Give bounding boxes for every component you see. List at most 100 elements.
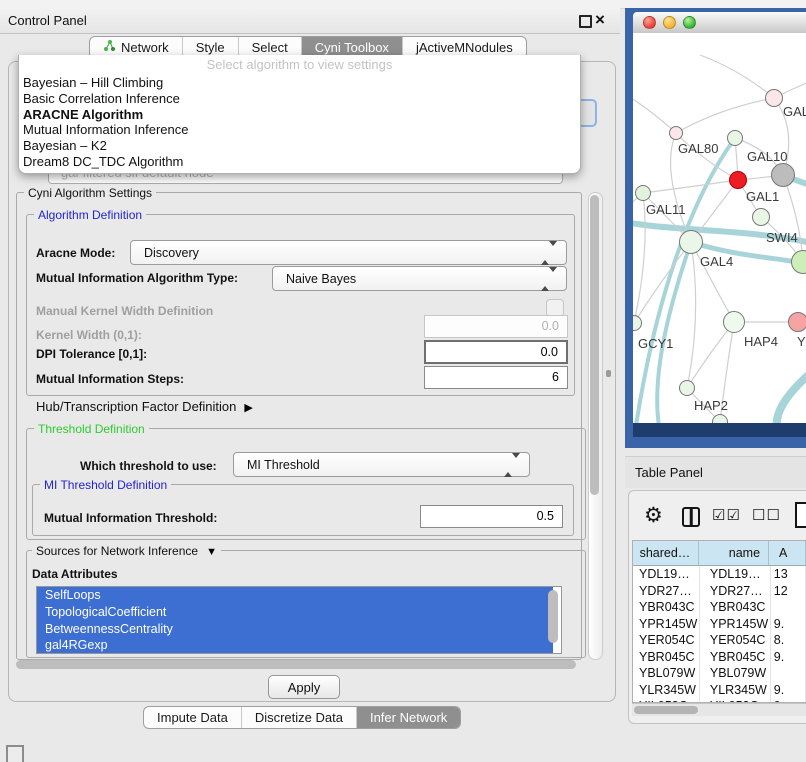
- column-header-name[interactable]: name: [699, 541, 769, 565]
- mi-steps-value: 6: [552, 370, 559, 384]
- network-node-hap4[interactable]: [723, 311, 745, 333]
- list-item-selected[interactable]: SelfLoops: [37, 587, 553, 604]
- table-header-row: shared… name A: [633, 541, 806, 566]
- apply-button[interactable]: Apply: [268, 675, 340, 699]
- dock-panel-icon[interactable]: [6, 745, 24, 762]
- algorithm-definition-title: Algorithm Definition: [34, 208, 146, 222]
- network-window-titlebar[interactable]: [633, 12, 806, 34]
- column-header-shared-name[interactable]: shared…: [633, 541, 699, 565]
- chevron-right-icon: ▶: [244, 402, 252, 414]
- checked-checkboxes-icon[interactable]: ☑☑: [712, 506, 741, 524]
- list-scrollbar-thumb[interactable]: [548, 590, 558, 643]
- column-header-partial[interactable]: A: [769, 541, 806, 565]
- mi-threshold-field[interactable]: 0.5: [420, 505, 563, 528]
- kernel-width-value: 0.0: [542, 319, 559, 333]
- mi-steps-field[interactable]: 6: [424, 366, 568, 389]
- table-hscrollbar-track[interactable]: [632, 703, 806, 716]
- node-table: shared… name A YDL19…YDL19…13 YDR27…YDR2…: [632, 540, 806, 703]
- tab-network-label: Network: [121, 40, 169, 55]
- stepper-icon: [504, 458, 520, 472]
- list-item-selected[interactable]: TopologicalCoefficient: [37, 604, 553, 621]
- control-panel-title: Control Panel: [0, 13, 87, 28]
- tab-cyni-toolbox-label: Cyni Toolbox: [315, 40, 389, 55]
- columns-icon[interactable]: [682, 507, 700, 527]
- algorithm-option[interactable]: Bayesian – Hill Climbing: [19, 75, 580, 91]
- mi-threshold-label: Mutual Information Threshold:: [44, 511, 217, 525]
- tab-select-label: Select: [252, 40, 288, 55]
- kernel-width-field[interactable]: 0.0: [424, 315, 568, 338]
- list-item-selected[interactable]: BetweennessCentrality: [37, 621, 553, 638]
- which-threshold-value: MI Threshold: [247, 458, 320, 472]
- node-label-gal10: GAL10: [747, 149, 787, 164]
- tab-discretize-data[interactable]: Discretize Data: [241, 707, 356, 728]
- table-row[interactable]: YBR043CYBR043C: [633, 599, 806, 616]
- chevron-down-icon: ▼: [206, 546, 217, 558]
- node-label-gal80: GAL80: [678, 141, 718, 156]
- network-node-salmon[interactable]: [788, 312, 806, 332]
- float-window-icon[interactable]: [579, 15, 592, 28]
- list-item-selected[interactable]: gal4RGexp: [37, 637, 553, 654]
- dpi-tolerance-field[interactable]: 0.0: [424, 340, 568, 364]
- splitpane-handle[interactable]: [606, 370, 611, 377]
- which-threshold-combobox[interactable]: MI Threshold: [233, 452, 530, 477]
- table-row[interactable]: YBR045CYBR045C9.: [633, 649, 806, 666]
- tab-impute-data[interactable]: Impute Data: [144, 707, 241, 728]
- network-node[interactable]: [712, 414, 728, 423]
- apply-button-label: Apply: [288, 680, 321, 695]
- dpi-tolerance-value: 0.0: [541, 345, 558, 359]
- tab-jactivemnodules-label: jActiveMNodules: [416, 40, 513, 55]
- algorithm-option[interactable]: Bayesian – K2: [19, 138, 580, 154]
- algorithm-option[interactable]: Basic Correlation Inference: [19, 91, 580, 107]
- network-view[interactable]: GAL GAL80 GAL10 GAL1 GAL11 SWI4 GAL4 GCY…: [633, 33, 806, 423]
- data-attributes-label: Data Attributes: [32, 567, 118, 581]
- tab-impute-data-label: Impute Data: [157, 710, 228, 725]
- algorithm-option[interactable]: Dream8 DC_TDC Algorithm: [19, 154, 580, 170]
- algorithm-option[interactable]: Mutual Information Inference: [19, 122, 580, 138]
- network-node-hap2[interactable]: [679, 380, 695, 396]
- unchecked-checkboxes-icon[interactable]: ☐☐: [752, 506, 781, 524]
- table-row[interactable]: YPR145WYPR145W9.: [633, 616, 806, 633]
- network-node-gal4[interactable]: [679, 230, 703, 254]
- aracne-mode-value: Discovery: [144, 246, 199, 260]
- sources-expander[interactable]: Sources for Network Inference▼: [32, 544, 221, 558]
- tab-infer-network[interactable]: Infer Network: [356, 707, 460, 728]
- hub-expander-label: Hub/Transcription Factor Definition: [36, 399, 236, 414]
- screen: Control Panel × Network Style Select Cyn…: [0, 0, 806, 762]
- node-label-gal11: GAL11: [646, 202, 686, 217]
- table-panel-titlebar: Table Panel: [625, 456, 806, 488]
- stepper-icon: [541, 246, 557, 260]
- panel-hscrollbar-thumb[interactable]: [16, 660, 576, 669]
- network-node-gray[interactable]: [771, 163, 795, 187]
- hub-expander[interactable]: Hub/Transcription Factor Definition ▶: [36, 399, 253, 414]
- close-traffic-light-icon[interactable]: [643, 16, 656, 29]
- node-label: GAL: [783, 104, 806, 119]
- network-node-gal80[interactable]: [669, 126, 683, 140]
- network-node-swi4[interactable]: [752, 208, 770, 226]
- network-node[interactable]: [765, 89, 783, 107]
- node-label-hap2: HAP2: [694, 398, 728, 413]
- node-label-swi4: SWI4: [766, 230, 798, 245]
- close-icon[interactable]: ×: [595, 7, 605, 32]
- table-row[interactable]: YER054CYER054C8.: [633, 632, 806, 649]
- algorithm-option-selected[interactable]: ARACNE Algorithm: [19, 107, 580, 123]
- network-node-gal1[interactable]: [729, 171, 747, 189]
- node-label-gal1: GAL1: [746, 189, 779, 204]
- minimize-traffic-light-icon[interactable]: [663, 16, 676, 29]
- mi-type-combobox[interactable]: Naive Bayes: [272, 266, 567, 291]
- table-row[interactable]: YDR27…YDR27…12: [633, 583, 806, 600]
- table-row[interactable]: YDL19…YDL19…13: [633, 566, 806, 583]
- panel-vscrollbar-thumb[interactable]: [590, 195, 599, 495]
- table-hscrollbar-thumb[interactable]: [634, 706, 698, 714]
- gear-icon[interactable]: ⚙: [644, 503, 663, 528]
- network-node-gal11[interactable]: [635, 185, 651, 201]
- network-node-gal10[interactable]: [727, 130, 743, 146]
- new-table-icon[interactable]: [795, 502, 806, 528]
- zoom-traffic-light-icon[interactable]: [683, 16, 696, 29]
- table-panel-title: Table Panel: [625, 465, 703, 480]
- aracne-mode-combobox[interactable]: Discovery: [130, 240, 567, 265]
- table-row[interactable]: YLR345WYLR345W9.: [633, 682, 806, 699]
- table-row[interactable]: YBL079WYBL079W: [633, 665, 806, 682]
- tab-infer-network-label: Infer Network: [370, 710, 447, 725]
- network-window-shadow: [633, 423, 806, 437]
- dpi-tolerance-label: DPI Tolerance [0,1]:: [36, 347, 147, 361]
